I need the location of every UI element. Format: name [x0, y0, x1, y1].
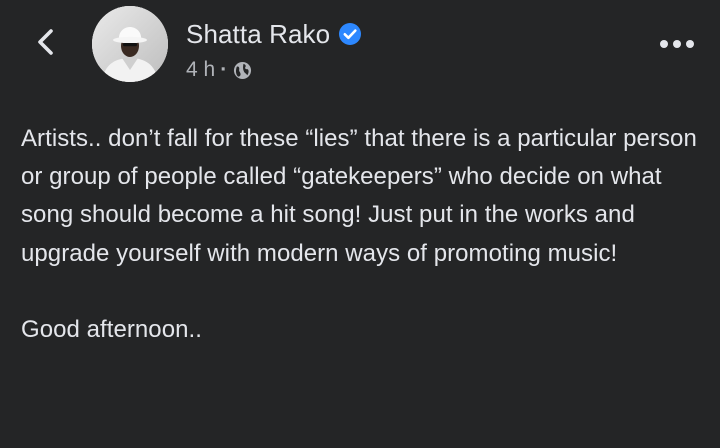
post-text: Artists.. don’t fall for these “lies” th…: [21, 120, 701, 349]
globe-icon: [233, 61, 252, 80]
post-meta: 4 h ·: [186, 56, 252, 84]
chevron-left-icon: [35, 28, 57, 61]
post-timestamp[interactable]: 4 h: [186, 58, 215, 82]
more-dots-icon: [659, 36, 695, 54]
meta-separator: ·: [220, 58, 228, 81]
author-row: Shatta Rako: [186, 14, 362, 54]
post-paragraph: Good afternoon..: [21, 315, 202, 343]
avatar-photo-icon: [92, 6, 168, 82]
more-options-button[interactable]: [652, 28, 702, 62]
author-name[interactable]: Shatta Rako: [186, 19, 330, 50]
post-paragraph: Artists.. don’t fall for these “lies” th…: [21, 125, 697, 267]
post-header: Shatta Rako 4 h ·: [0, 0, 720, 100]
back-button[interactable]: [26, 24, 66, 64]
verified-badge-icon: [338, 22, 362, 46]
avatar[interactable]: [92, 6, 168, 82]
